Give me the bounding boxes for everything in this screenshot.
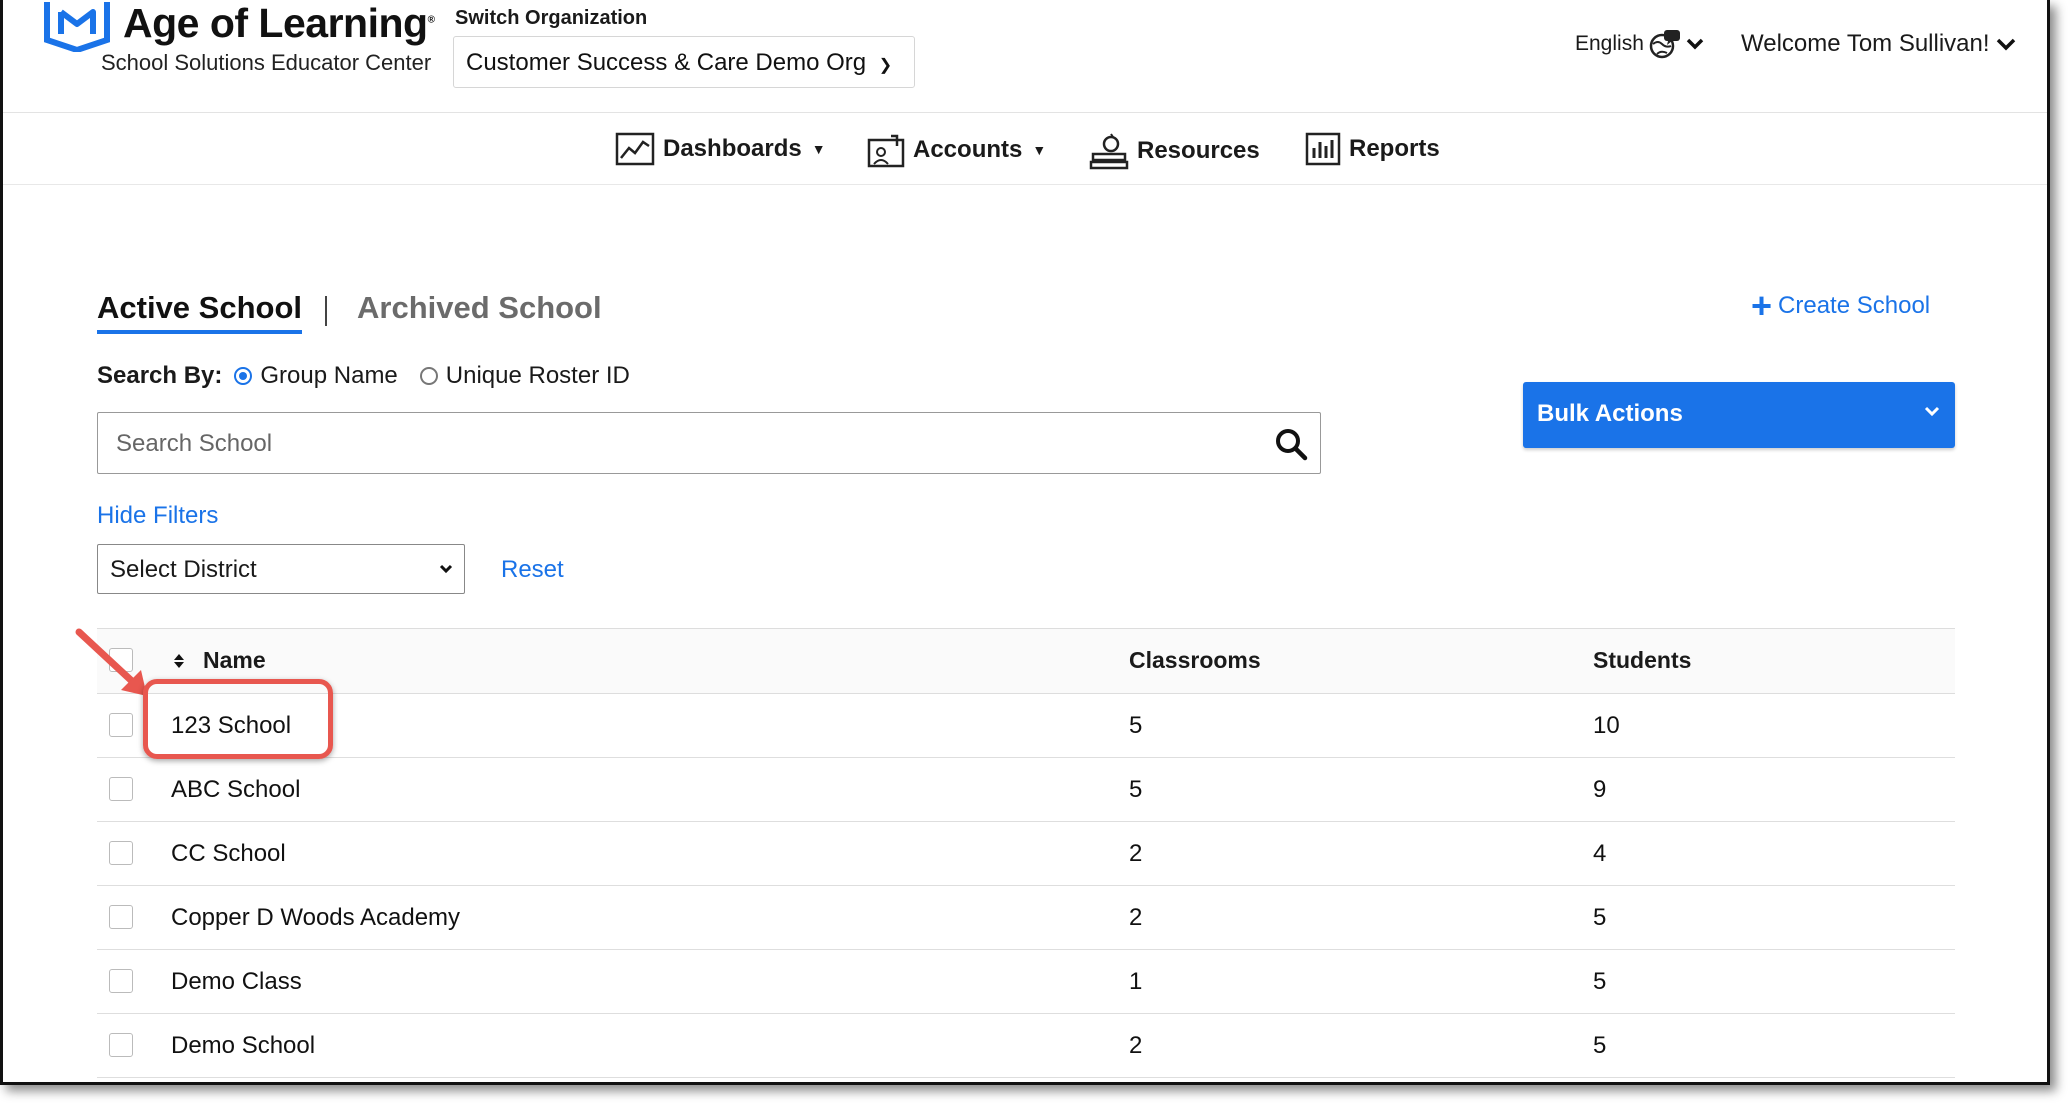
top-header: Age of Learning® School Solutions Educat… — [3, 0, 2047, 113]
nav-reports[interactable]: Reports — [1305, 132, 1440, 166]
radio-group-name-label: Group Name — [260, 362, 398, 389]
column-students: Students — [1593, 647, 1692, 673]
student-count: 9 — [1593, 776, 1607, 803]
bulk-actions-label: Bulk Actions — [1537, 400, 1683, 427]
tab-archived-school[interactable]: Archived School — [357, 290, 602, 326]
language-selector[interactable]: English — [1575, 28, 1704, 60]
tab-active-school[interactable]: Active School — [97, 290, 302, 334]
classroom-count: 2 — [1129, 1032, 1143, 1059]
row-checkbox[interactable] — [109, 777, 133, 801]
classroom-count: 5 — [1129, 776, 1143, 803]
switch-organization-label: Switch Organization — [455, 7, 648, 29]
annotation-highlight-box — [143, 679, 333, 759]
schools-table: Name Classrooms Students 123 School 5 10 AB… — [97, 628, 1955, 1078]
chevron-down-icon — [1686, 38, 1704, 50]
school-name[interactable]: Demo School — [171, 1032, 315, 1060]
radio-group-name[interactable] — [234, 367, 253, 385]
school-name[interactable]: CC School — [171, 840, 286, 868]
create-school-button[interactable]: + Create School — [1751, 285, 1931, 326]
search-school-box — [97, 412, 1321, 474]
age-of-learning-logo-icon — [44, 2, 110, 52]
bulk-actions-button[interactable]: Bulk Actions — [1523, 382, 1955, 448]
nav-resources-label: Resources — [1137, 137, 1260, 164]
chevron-down-icon — [439, 564, 453, 574]
brand-title: Age of Learning® — [123, 0, 435, 46]
organization-select[interactable]: Customer Success & Care Demo Org ❯ — [453, 36, 915, 88]
nav-dashboards[interactable]: Dashboards ▼ — [615, 132, 826, 166]
nav-dashboards-label: Dashboards — [663, 135, 802, 162]
search-by-options: Search By: Group Name Unique Roster ID — [97, 362, 630, 390]
main-nav: Dashboards ▼ Accounts ▼ Resources Report… — [3, 112, 2047, 185]
accounts-board-icon — [867, 134, 905, 168]
table-header: Name Classrooms Students — [97, 628, 1955, 694]
chevron-down-icon: ❯ — [878, 57, 893, 74]
row-checkbox[interactable] — [109, 713, 133, 737]
table-row[interactable]: ABC School 5 9 — [97, 758, 1955, 822]
table-row[interactable]: Demo Class 1 5 — [97, 950, 1955, 1014]
row-checkbox[interactable] — [109, 841, 133, 865]
student-count: 4 — [1593, 840, 1607, 867]
classroom-count: 1 — [1129, 968, 1143, 995]
globe-chat-icon — [1649, 30, 1680, 59]
student-count: 10 — [1593, 712, 1620, 739]
user-menu[interactable]: Welcome Tom Sullivan! — [1741, 30, 2016, 58]
select-district-dropdown[interactable]: Select District — [97, 544, 465, 594]
classroom-count: 2 — [1129, 904, 1143, 931]
table-row[interactable]: CC School 2 4 — [97, 822, 1955, 886]
school-name[interactable]: ABC School — [171, 776, 300, 804]
nav-resources[interactable]: Resources — [1089, 132, 1260, 170]
school-name[interactable]: Demo Class — [171, 968, 302, 996]
student-count: 5 — [1593, 1032, 1607, 1059]
column-name[interactable]: Name — [203, 647, 266, 674]
chevron-down-icon: ▼ — [811, 141, 826, 157]
books-apple-icon — [1089, 133, 1129, 170]
row-checkbox[interactable] — [109, 969, 133, 993]
create-school-label: Create School — [1778, 292, 1931, 319]
classroom-count: 5 — [1129, 712, 1143, 739]
bar-chart-icon — [1305, 132, 1341, 166]
chevron-down-icon — [1996, 38, 2015, 51]
app-window: Age of Learning® School Solutions Educat… — [0, 0, 2050, 1085]
table-row[interactable]: 123 School 5 10 — [97, 694, 1955, 758]
student-count: 5 — [1593, 968, 1607, 995]
tab-divider — [325, 296, 327, 326]
reset-link[interactable]: Reset — [501, 556, 564, 584]
hide-filters-link[interactable]: Hide Filters — [97, 502, 218, 530]
school-name[interactable]: Copper D Woods Academy — [171, 904, 460, 932]
column-classrooms: Classrooms — [1129, 647, 1261, 673]
organization-select-value: Customer Success & Care Demo Org — [466, 49, 867, 76]
table-row[interactable]: Demo School 2 5 — [97, 1014, 1955, 1078]
nav-accounts-label: Accounts — [913, 136, 1023, 163]
search-icon[interactable] — [1274, 427, 1308, 461]
search-input[interactable] — [114, 429, 1238, 459]
brand-subtitle: School Solutions Educator Center — [101, 50, 432, 75]
table-row[interactable]: Copper D Woods Academy 2 5 — [97, 886, 1955, 950]
radio-unique-roster-id-label: Unique Roster ID — [445, 362, 630, 389]
welcome-text: Welcome Tom Sullivan! — [1741, 30, 1990, 57]
nav-accounts[interactable]: Accounts ▼ — [867, 132, 1046, 168]
row-checkbox[interactable] — [109, 1033, 133, 1057]
classroom-count: 2 — [1129, 840, 1143, 867]
plus-icon: + — [1751, 285, 1773, 326]
chevron-down-icon — [1924, 406, 1940, 417]
line-chart-icon — [615, 132, 655, 166]
nav-reports-label: Reports — [1349, 135, 1440, 162]
search-by-label: Search By: — [97, 362, 223, 389]
language-label: English — [1575, 32, 1644, 55]
row-checkbox[interactable] — [109, 905, 133, 929]
select-district-value: Select District — [110, 556, 257, 583]
student-count: 5 — [1593, 904, 1607, 931]
radio-unique-roster-id[interactable] — [419, 367, 438, 385]
sort-icon[interactable] — [173, 653, 185, 669]
chevron-down-icon: ▼ — [1032, 142, 1047, 158]
